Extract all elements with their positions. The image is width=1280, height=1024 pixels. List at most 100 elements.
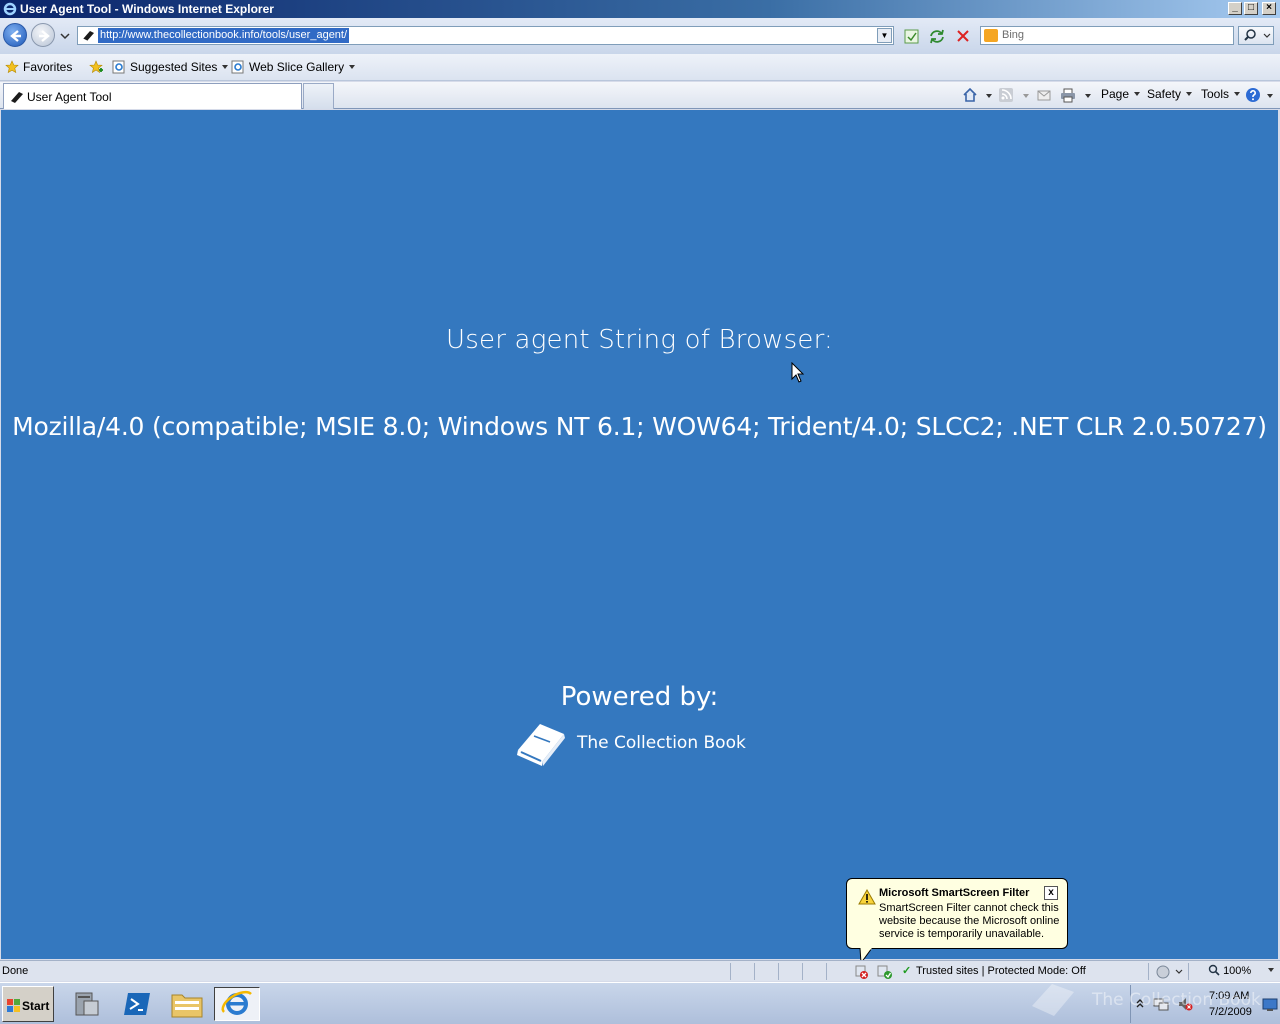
print-chevron-down-icon[interactable]: [1085, 94, 1091, 98]
site-book-icon: [82, 31, 94, 42]
back-button[interactable]: [3, 23, 27, 47]
brand-name: The Collection Book: [577, 733, 746, 753]
help-icon[interactable]: [1245, 87, 1261, 103]
internet-explorer-icon: [221, 990, 252, 1015]
feeds-icon[interactable]: [998, 87, 1014, 103]
start-label: Start: [22, 999, 50, 1013]
feeds-chevron-down-icon[interactable]: [1023, 94, 1029, 98]
status-cell: [778, 963, 779, 980]
refresh-icon[interactable]: [927, 28, 947, 45]
search-placeholder: Bing: [1002, 29, 1025, 41]
windows-flag-icon: [7, 999, 20, 1012]
smartscreen-error-icon[interactable]: [854, 964, 870, 980]
security-zone-label: Trusted sites | Protected Mode: Off: [916, 965, 1086, 977]
status-cell: [1188, 963, 1189, 980]
protected-mode-icon[interactable]: [1155, 964, 1185, 980]
recent-pages-chevron-down-icon[interactable]: [60, 31, 70, 41]
back-arrow-icon: [10, 30, 21, 42]
smartscreen-balloon: Microsoft SmartScreen Filter x SmartScre…: [846, 878, 1068, 949]
page-menu[interactable]: Page: [1101, 87, 1141, 101]
tab-label: User Agent Tool: [27, 90, 112, 104]
forward-arrow-icon: [39, 30, 50, 42]
web-slice-gallery-button[interactable]: Web Slice Gallery: [231, 60, 356, 74]
powershell-icon[interactable]: [114, 987, 160, 1021]
zoom-level-label: 100%: [1223, 965, 1252, 977]
book-logo-icon: [517, 724, 565, 766]
chevron-down-icon: [1268, 968, 1275, 972]
status-text: Done: [2, 965, 29, 977]
ie-page-icon: [231, 60, 244, 74]
show-desktop-icon[interactable]: [1262, 998, 1278, 1012]
favorites-label: Favorites: [23, 60, 73, 74]
window-title: User Agent Tool - Windows Internet Explo…: [20, 2, 274, 16]
page-menu-label: Page: [1101, 87, 1130, 101]
site-book-icon: [11, 92, 23, 103]
print-icon[interactable]: [1060, 87, 1076, 103]
warning-icon: [858, 889, 876, 905]
status-cell: [802, 963, 803, 980]
bing-icon: [984, 29, 998, 42]
page-content: User agent String of Browser: Mozilla/4.…: [1, 110, 1278, 959]
brand-link[interactable]: The Collection Book: [514, 720, 774, 770]
address-dropdown-button[interactable]: ▼: [877, 28, 892, 43]
restore-button[interactable]: □: [1244, 2, 1258, 15]
star-icon: [5, 60, 19, 74]
minimize-button[interactable]: _: [1228, 2, 1242, 15]
tab-user-agent-tool[interactable]: User Agent Tool: [3, 83, 302, 109]
search-input[interactable]: Bing: [980, 26, 1234, 45]
safety-menu[interactable]: Safety: [1147, 87, 1193, 101]
zoom-icon: [1208, 964, 1220, 976]
ie-logo-icon: [3, 2, 17, 16]
smartscreen-message: SmartScreen Filter cannot check this web…: [879, 902, 1060, 940]
ie-page-icon: [112, 60, 125, 74]
title-bar: User Agent Tool - Windows Internet Explo…: [0, 0, 1280, 18]
suggested-sites-label: Suggested Sites: [130, 60, 218, 74]
chevron-down-icon: [222, 65, 229, 69]
safety-menu-label: Safety: [1147, 87, 1182, 101]
suggested-sites-button[interactable]: Suggested Sites: [112, 60, 229, 74]
read-mail-icon[interactable]: [1036, 87, 1052, 103]
check-icon: ✓: [902, 965, 912, 977]
search-button[interactable]: [1238, 26, 1274, 45]
mouse-cursor-icon: [791, 362, 805, 383]
windows-explorer-folder-icon[interactable]: [164, 987, 210, 1021]
home-icon[interactable]: [962, 87, 978, 103]
tools-menu[interactable]: Tools: [1201, 87, 1241, 101]
page-heading: User agent String of Browser:: [446, 325, 833, 355]
new-tab-button[interactable]: [303, 83, 334, 109]
add-to-favorites-bar-icon[interactable]: [88, 59, 104, 75]
close-window-button[interactable]: ×: [1262, 2, 1276, 15]
address-toolbar: http://www.thecollectionbook.info/tools/…: [0, 18, 1280, 54]
url-text[interactable]: http://www.thecollectionbook.info/tools/…: [98, 28, 350, 43]
help-chevron-down-icon[interactable]: [1267, 94, 1273, 98]
smartscreen-title: Microsoft SmartScreen Filter: [879, 887, 1030, 899]
status-cell: [826, 963, 827, 980]
zoom-level-button[interactable]: 100%: [1208, 964, 1275, 977]
status-cell: [754, 963, 755, 980]
address-input[interactable]: http://www.thecollectionbook.info/tools/…: [77, 26, 894, 45]
compatibility-view-icon[interactable]: [902, 28, 922, 45]
internet-explorer-taskbar-button[interactable]: [214, 987, 260, 1021]
popup-blocker-icon[interactable]: [876, 964, 894, 980]
tools-menu-label: Tools: [1201, 87, 1230, 101]
chevron-down-icon: [1186, 92, 1193, 96]
watermark-text: The Collection Book: [1092, 990, 1261, 1010]
smartscreen-close-button[interactable]: x: [1044, 886, 1058, 900]
chevron-down-icon: [349, 65, 356, 69]
start-button[interactable]: Start: [2, 986, 54, 1022]
command-bar: User Agent Tool Page Safety Tools: [0, 82, 1280, 109]
chevron-down-icon: [1234, 92, 1241, 96]
magnifier-icon: [1244, 29, 1271, 41]
forward-button[interactable]: [31, 23, 55, 47]
status-cell: [730, 963, 731, 980]
powered-by-label: Powered by:: [560, 682, 719, 712]
favorites-bar: Favorites Suggested Sites Web Slice Gall…: [0, 54, 1280, 81]
favorites-button[interactable]: Favorites: [5, 60, 72, 74]
status-bar: Done ✓ Trusted sites | Protected Mode: Of…: [0, 960, 1280, 981]
home-chevron-down-icon[interactable]: [986, 94, 992, 98]
chevron-down-icon: [1134, 92, 1141, 96]
user-agent-string: Mozilla/4.0 (compatible; MSIE 8.0; Windo…: [12, 412, 1267, 441]
server-manager-icon[interactable]: [64, 987, 110, 1021]
stop-icon[interactable]: [953, 28, 973, 45]
security-zone[interactable]: ✓ Trusted sites | Protected Mode: Off: [902, 964, 1086, 977]
